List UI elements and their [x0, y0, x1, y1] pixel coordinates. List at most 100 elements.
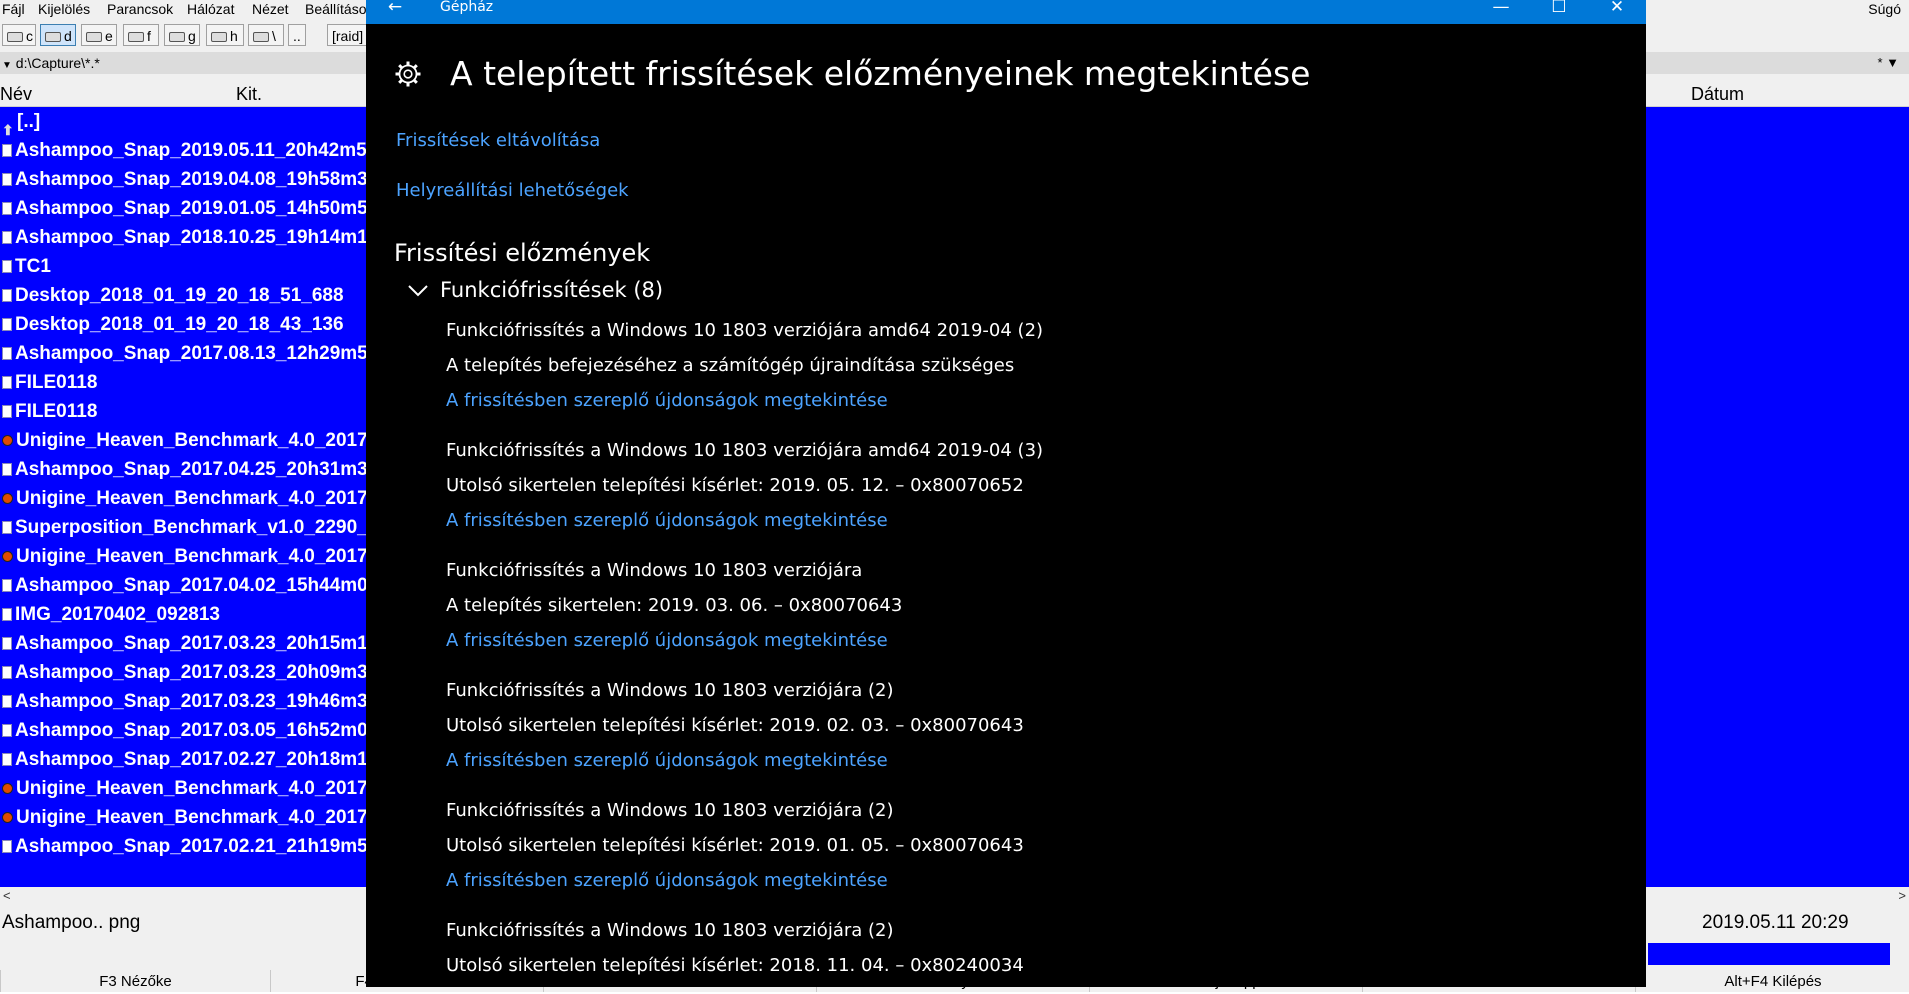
maximize-button[interactable]: ☐ — [1530, 0, 1588, 24]
drive-d-button[interactable]: d — [40, 24, 76, 46]
back-arrow-icon: ← — [387, 0, 403, 17]
whats-new-link[interactable]: A frissítésben szereplő újdonságok megte… — [446, 503, 1043, 538]
column-extension[interactable]: Kit. — [236, 82, 262, 106]
menu-view[interactable]: Nézet — [252, 0, 289, 18]
file-row[interactable]: FILE0118 — [0, 368, 370, 397]
menu-file[interactable]: Fájl — [2, 0, 25, 18]
file-row[interactable]: Ashampoo_Snap_2019.05.11_20h42m51 — [0, 136, 370, 165]
drive-h-button[interactable]: h — [206, 24, 244, 46]
altf4-exit-button[interactable]: Alt+F4 Kilépés — [1635, 970, 1909, 992]
minimize-icon: — — [1492, 0, 1510, 17]
uninstall-updates-link[interactable]: Frissítések eltávolítása — [396, 130, 600, 151]
file-name: Ashampoo_Snap_2019.04.08_19h58m30 — [15, 169, 370, 190]
parent-dir-button[interactable]: .. — [288, 24, 306, 46]
f3-view-button[interactable]: F3 Nézőke — [0, 970, 270, 992]
group-title: Funkciófrissítések (8) — [440, 278, 664, 302]
command-line-input[interactable] — [1648, 943, 1890, 965]
file-row[interactable]: Desktop_2018_01_19_20_18_43_136 — [0, 310, 370, 339]
image-file-icon — [2, 347, 12, 361]
image-file-icon — [2, 521, 12, 535]
whats-new-link[interactable]: A frissítésben szereplő újdonságok megte… — [446, 623, 902, 658]
image-file-icon — [2, 289, 12, 303]
raid-drive-button[interactable]: [raid] — [327, 24, 367, 46]
scroll-left-icon[interactable]: < — [3, 887, 11, 905]
image-file-icon — [2, 260, 12, 274]
file-row[interactable]: IMG_20170402_092813 — [0, 600, 370, 629]
file-name: Ashampoo_Snap_2018.10.25_19h14m18 — [15, 227, 370, 248]
file-row[interactable]: Desktop_2018_01_19_20_18_51_688 — [0, 281, 370, 310]
drive-icon — [169, 32, 185, 43]
minimize-button[interactable]: — — [1472, 0, 1530, 24]
file-row[interactable]: TC1 — [0, 252, 370, 281]
drive-c-button[interactable]: c — [2, 24, 36, 46]
file-row[interactable]: Ashampoo_Snap_2018.10.25_19h14m18 — [0, 223, 370, 252]
executable-file-icon — [2, 493, 13, 505]
image-file-icon — [2, 376, 12, 390]
file-row[interactable]: Ashampoo_Snap_2017.02.21_21h19m54 — [0, 832, 370, 861]
update-title: Funkciófrissítés a Windows 10 1803 verzi… — [446, 320, 1044, 341]
file-row[interactable]: Unigine_Heaven_Benchmark_4.0_20170 — [0, 774, 370, 803]
update-title: Funkciófrissítés a Windows 10 1803 verzi… — [446, 680, 894, 701]
whats-new-link[interactable]: A frissítésben szereplő újdonságok megte… — [446, 743, 1024, 778]
file-name: Desktop_2018_01_19_20_18_43_136 — [15, 314, 344, 335]
file-row[interactable]: Ashampoo_Snap_2017.03.23_20h15m16 — [0, 629, 370, 658]
file-name: Ashampoo_Snap_2017.04.02_15h44m0 — [15, 575, 368, 596]
update-title: Funkciófrissítés a Windows 10 1803 verzi… — [446, 800, 894, 821]
menu-commands[interactable]: Parancsok — [107, 0, 173, 18]
file-row[interactable]: Unigine_Heaven_Benchmark_4.0_20170 — [0, 803, 370, 832]
scroll-right-icon[interactable]: > — [1898, 887, 1906, 905]
file-row[interactable]: Ashampoo_Snap_2019.04.08_19h58m30 — [0, 165, 370, 194]
file-row[interactable]: Ashampoo_Snap_2017.04.25_20h31m30 — [0, 455, 370, 484]
file-row[interactable]: Ashampoo_Snap_2017.03.23_19h46m38 — [0, 687, 370, 716]
maximize-icon: ☐ — [1551, 0, 1567, 17]
column-date[interactable]: Dátum — [1691, 82, 1744, 106]
file-row[interactable]: Ashampoo_Snap_2019.01.05_14h50m54 — [0, 194, 370, 223]
file-row[interactable]: Unigine_Heaven_Benchmark_4.0_20170 — [0, 542, 370, 571]
drive-e-button[interactable]: e — [81, 24, 117, 46]
image-file-icon — [2, 463, 12, 477]
drive-icon — [7, 32, 23, 43]
image-file-icon — [2, 666, 12, 680]
file-row[interactable]: Ashampoo_Snap_2017.02.27_20h18m10 — [0, 745, 370, 774]
file-row[interactable]: Unigine_Heaven_Benchmark_4.0_20170 — [0, 426, 370, 455]
file-row[interactable]: Unigine_Heaven_Benchmark_4.0_20170 — [0, 484, 370, 513]
filter-indicator[interactable]: * ▼ — [1877, 52, 1899, 74]
update-status: A telepítés sikertelen: 2019. 03. 06. – … — [446, 595, 903, 616]
drive-g-button[interactable]: g — [164, 24, 200, 46]
executable-file-icon — [2, 435, 13, 447]
file-name: [..] — [17, 111, 41, 132]
current-path: d:\Capture\*.* — [15, 55, 100, 71]
file-row[interactable]: Ashampoo_Snap_2017.03.05_16h52m00 — [0, 716, 370, 745]
update-entry: Funkciófrissítés a Windows 10 1803 verzi… — [446, 553, 902, 658]
whats-new-link[interactable]: A frissítésben szereplő újdonságok megte… — [446, 383, 1043, 418]
image-file-icon — [2, 637, 12, 651]
feature-updates-group-header[interactable]: Funkciófrissítések (8) — [408, 277, 663, 303]
menu-select[interactable]: Kijelölés — [38, 0, 90, 18]
drive-label: \ — [272, 28, 276, 44]
back-button[interactable]: ← — [366, 0, 424, 24]
column-name[interactable]: Név — [0, 82, 32, 106]
drive-icon — [45, 32, 61, 43]
drive-f-button[interactable]: f — [123, 24, 159, 46]
update-title: Funkciófrissítés a Windows 10 1803 verzi… — [446, 920, 894, 941]
file-row[interactable]: Superposition_Benchmark_v1.0_2290_1 — [0, 513, 370, 542]
menu-help[interactable]: Súgó — [1868, 0, 1901, 18]
file-row[interactable]: Ashampoo_Snap_2017.04.02_15h44m0 — [0, 571, 370, 600]
drive-label: g — [188, 28, 196, 44]
update-entry: Funkciófrissítés a Windows 10 1803 verzi… — [446, 313, 1043, 418]
update-entry: Funkciófrissítés a Windows 10 1803 verzi… — [446, 793, 1024, 898]
update-status: Utolsó sikertelen telepítési kísérlet: 2… — [446, 715, 1024, 736]
close-button[interactable]: ✕ — [1588, 0, 1646, 24]
file-row[interactable]: FILE0118 — [0, 397, 370, 426]
network-drive-button[interactable]: \ — [248, 24, 284, 46]
whats-new-link[interactable]: A frissítésben szereplő újdonságok megte… — [446, 863, 1024, 898]
file-row[interactable]: Ashampoo_Snap_2017.08.13_12h29m52 — [0, 339, 370, 368]
file-name: Ashampoo_Snap_2019.05.11_20h42m51 — [15, 140, 370, 161]
file-row[interactable]: ⬆ [..] — [0, 107, 370, 136]
menu-network[interactable]: Hálózat — [187, 0, 234, 18]
recovery-options-link[interactable]: Helyreállítási lehetőségek — [396, 180, 629, 201]
update-title: Funkciófrissítés a Windows 10 1803 verzi… — [446, 440, 1044, 461]
menu-settings[interactable]: Beállításo — [305, 0, 366, 18]
file-row[interactable]: Ashampoo_Snap_2017.03.23_20h09m3 — [0, 658, 370, 687]
file-name: Ashampoo_Snap_2017.03.23_20h15m16 — [15, 633, 370, 654]
